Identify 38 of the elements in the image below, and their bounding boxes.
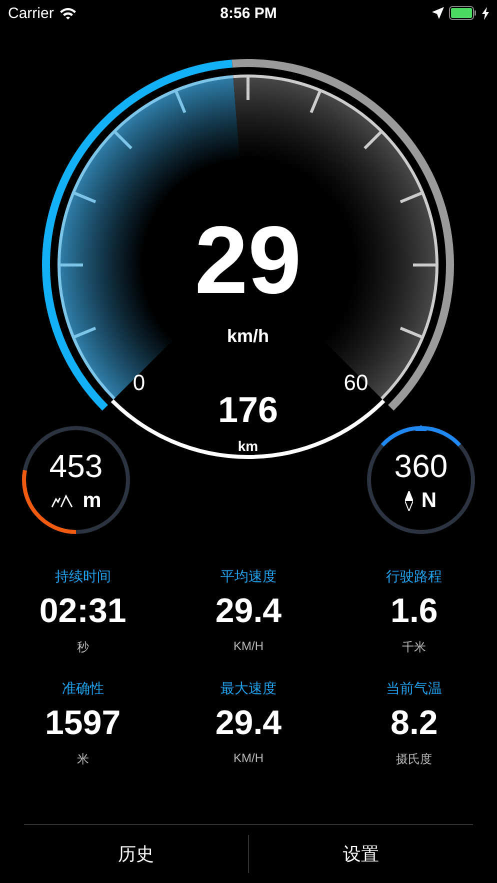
stat-label: 行驶路程 xyxy=(386,568,442,586)
stat-value: 29.4 xyxy=(215,704,282,743)
carrier-label: Carrier xyxy=(8,4,54,22)
distance-value: 176 xyxy=(218,392,278,428)
scale-max-label: 60 xyxy=(344,372,368,394)
distance-unit: km xyxy=(238,439,258,453)
stat-unit: 米 xyxy=(76,751,89,768)
stat-value: 8.2 xyxy=(390,704,438,743)
stat-label: 持续时间 xyxy=(54,568,111,586)
speed-unit: km/h xyxy=(227,327,269,345)
stat-value: 1597 xyxy=(45,704,121,743)
wifi-icon xyxy=(58,6,77,20)
heading-value: 360 xyxy=(394,448,448,484)
stat-unit: KM/H xyxy=(233,639,264,653)
stat-value: 1.6 xyxy=(390,592,438,631)
bottom-tab[interactable]: 设置 xyxy=(248,835,473,873)
status-time: 8:56 PM xyxy=(220,4,277,22)
charging-bolt-icon xyxy=(482,6,489,20)
stat-unit: 千米 xyxy=(402,639,426,656)
compass-needle-icon xyxy=(405,490,414,510)
scale-min-label: 0 xyxy=(132,372,146,394)
stat-label: 平均速度 xyxy=(220,568,276,586)
bottom-tab[interactable]: 历史 xyxy=(24,835,248,873)
stat-label: 准确性 xyxy=(62,680,104,698)
speed-value: 29 xyxy=(194,213,302,309)
stat-unit: 摄氏度 xyxy=(396,751,432,768)
stat-unit: KM/H xyxy=(233,751,264,765)
stat-value: 02:31 xyxy=(39,592,126,631)
battery-icon xyxy=(448,6,477,20)
heading-direction: N xyxy=(421,488,437,512)
mountain-icon xyxy=(50,494,75,508)
altitude-value: 453 xyxy=(49,448,103,484)
stat-value: 29.4 xyxy=(215,592,282,631)
location-arrow-icon xyxy=(432,7,444,19)
stat-unit: 秒 xyxy=(76,639,89,656)
altitude-unit: m xyxy=(82,488,102,512)
stat-label: 最大速度 xyxy=(220,680,276,698)
stat-label: 当前气温 xyxy=(386,680,442,698)
